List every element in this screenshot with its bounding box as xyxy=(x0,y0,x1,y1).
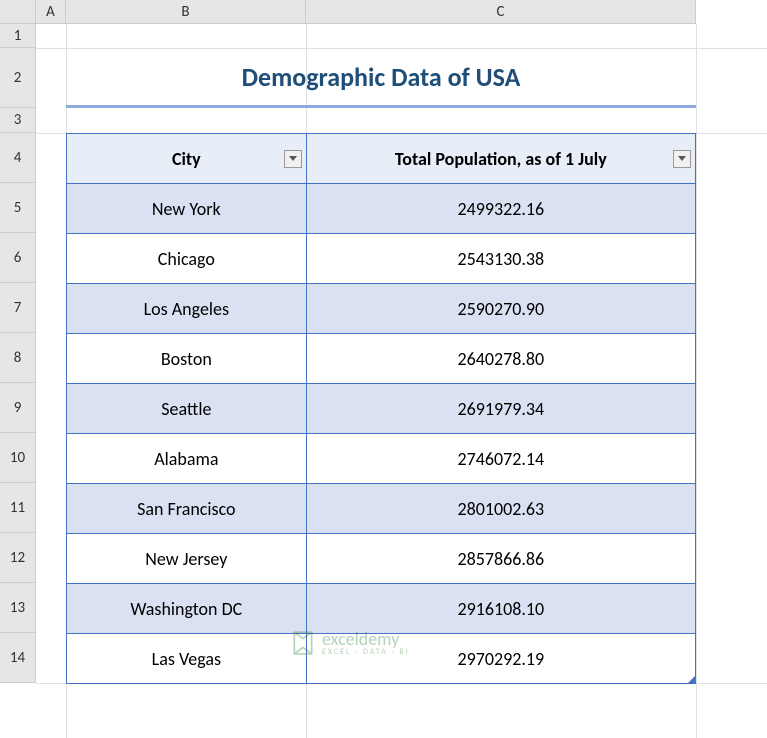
header-population-label: Total Population, as of 1 July xyxy=(395,148,607,170)
row-header-8[interactable]: 8 xyxy=(0,333,36,383)
data-table: City Total Population, as of 1 July New … xyxy=(66,133,696,684)
row-header-1[interactable]: 1 xyxy=(0,24,36,48)
row-header-7[interactable]: 7 xyxy=(0,283,36,333)
table-row: Chicago2543130.38 xyxy=(67,234,696,284)
cell-city[interactable]: Las Vegas xyxy=(67,634,307,684)
cell-city[interactable]: Seattle xyxy=(67,384,307,434)
row-header-6[interactable]: 6 xyxy=(0,233,36,283)
header-city-label: City xyxy=(172,148,201,170)
table-body: New York2499322.16Chicago2543130.38Los A… xyxy=(67,184,696,684)
cell-city[interactable]: Chicago xyxy=(67,234,307,284)
row-header-5[interactable]: 5 xyxy=(0,183,36,233)
cell-city[interactable]: New York xyxy=(67,184,307,234)
watermark-logo-icon xyxy=(290,630,316,656)
row-header-14[interactable]: 14 xyxy=(0,633,36,683)
cell-population[interactable]: 2499322.16 xyxy=(306,184,695,234)
filter-button-city[interactable] xyxy=(284,150,302,168)
watermark-main: exceldemy xyxy=(322,630,410,648)
cell-city[interactable]: San Francisco xyxy=(67,484,307,534)
cell-city[interactable]: New Jersey xyxy=(67,534,307,584)
row-header-2[interactable]: 2 xyxy=(0,48,36,108)
select-all-corner[interactable] xyxy=(0,0,36,24)
cell-population[interactable]: 2590270.90 xyxy=(306,284,695,334)
row-header-10[interactable]: 10 xyxy=(0,433,36,483)
watermark: exceldemy EXCEL · DATA · BI xyxy=(290,630,410,656)
table-row: Alabama2746072.14 xyxy=(67,434,696,484)
watermark-sub: EXCEL · DATA · BI xyxy=(322,648,410,656)
row-header-13[interactable]: 13 xyxy=(0,583,36,633)
col-header-b[interactable]: B xyxy=(66,0,306,24)
col-header-c[interactable]: C xyxy=(306,0,696,24)
row-header-12[interactable]: 12 xyxy=(0,533,36,583)
cell-city[interactable]: Alabama xyxy=(67,434,307,484)
cell-population[interactable]: 2691979.34 xyxy=(306,384,695,434)
cell-population[interactable]: 2543130.38 xyxy=(306,234,695,284)
cell-population[interactable]: 2857866.86 xyxy=(306,534,695,584)
table-row: San Francisco2801002.63 xyxy=(67,484,696,534)
filter-button-population[interactable] xyxy=(673,150,691,168)
cell-city[interactable]: Washington DC xyxy=(67,584,307,634)
row-header-9[interactable]: 9 xyxy=(0,383,36,433)
cell-city[interactable]: Boston xyxy=(67,334,307,384)
table-row: Los Angeles2590270.90 xyxy=(67,284,696,334)
cell-population[interactable]: 2640278.80 xyxy=(306,334,695,384)
watermark-text: exceldemy EXCEL · DATA · BI xyxy=(322,630,410,656)
row-header-11[interactable]: 11 xyxy=(0,483,36,533)
table-row: New York2499322.16 xyxy=(67,184,696,234)
chevron-down-icon xyxy=(678,156,686,161)
cell-population[interactable]: 2746072.14 xyxy=(306,434,695,484)
cell-city[interactable]: Los Angeles xyxy=(67,284,307,334)
row-headers: 1 2 3 4 5 6 7 8 9 10 11 12 13 14 xyxy=(0,24,36,683)
table-resize-handle[interactable] xyxy=(688,676,695,683)
table-header-row: City Total Population, as of 1 July xyxy=(67,134,696,184)
row-header-3[interactable]: 3 xyxy=(0,108,36,133)
page-title[interactable]: Demographic Data of USA xyxy=(66,48,696,108)
cell-population[interactable]: 2801002.63 xyxy=(306,484,695,534)
table-row: New Jersey2857866.86 xyxy=(67,534,696,584)
spreadsheet-container: A B C 1 2 3 4 5 6 7 8 9 10 11 12 13 14 D… xyxy=(0,0,767,714)
col-header-a[interactable]: A xyxy=(36,0,66,24)
table-row: Washington DC2916108.10 xyxy=(67,584,696,634)
header-city[interactable]: City xyxy=(67,134,307,184)
column-headers: A B C xyxy=(36,0,696,24)
header-population[interactable]: Total Population, as of 1 July xyxy=(306,134,695,184)
table-row: Boston2640278.80 xyxy=(67,334,696,384)
gridline-v xyxy=(696,24,697,738)
chevron-down-icon xyxy=(289,156,297,161)
cell-population[interactable]: 2916108.10 xyxy=(306,584,695,634)
row-header-4[interactable]: 4 xyxy=(0,133,36,183)
table-row: Seattle2691979.34 xyxy=(67,384,696,434)
